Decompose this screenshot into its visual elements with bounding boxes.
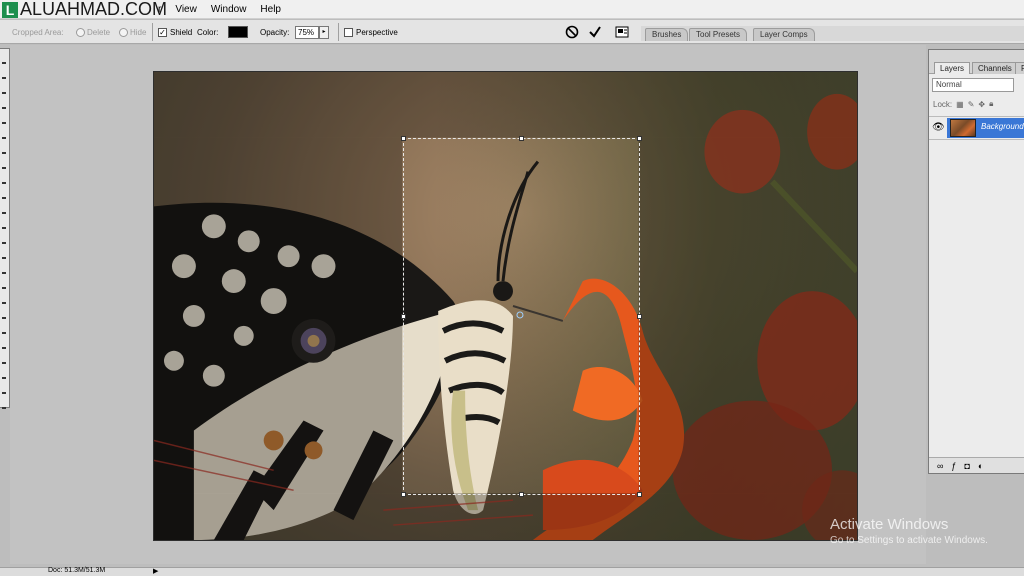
- layers-panel: Layers Channels P Normal Lock: ▦ ✎ ✥ 🔒︎ …: [928, 49, 1024, 474]
- menu-item-view[interactable]: View: [175, 4, 197, 15]
- layer-name: Background: [981, 122, 1024, 131]
- tab-brushes[interactable]: Brushes: [645, 28, 689, 41]
- lock-paint-icon[interactable]: ✎: [968, 100, 975, 109]
- layer-row-background[interactable]: 👁︎ Background: [929, 116, 1024, 140]
- shield-label: Shield: [170, 27, 193, 37]
- color-swatch[interactable]: [228, 26, 248, 38]
- tab-paths[interactable]: P: [1015, 62, 1024, 74]
- opacity-label: Opacity:: [260, 27, 290, 37]
- perspective-label: Perspective: [356, 27, 398, 37]
- crop-handle-l[interactable]: [401, 314, 406, 319]
- add-mask-icon[interactable]: ◘: [964, 461, 969, 471]
- adjustment-layer-icon[interactable]: ◐: [978, 461, 983, 471]
- watermark-letter: L: [2, 1, 18, 18]
- activate-windows-notice: Activate Windows Go to Settings to activ…: [830, 516, 988, 546]
- crop-handle-tl[interactable]: [401, 136, 406, 141]
- delete-radio[interactable]: Delete: [76, 20, 110, 44]
- document-canvas[interactable]: [153, 71, 858, 541]
- crop-handle-tr[interactable]: [637, 136, 642, 141]
- options-separator: [338, 23, 339, 41]
- cropped-area-label: Cropped Area:: [12, 27, 64, 37]
- shield-checkbox[interactable]: ✓ Shield: [158, 20, 192, 44]
- activate-windows-subtitle: Go to Settings to activate Windows.: [830, 535, 988, 546]
- opacity-arrow-icon[interactable]: ▸: [319, 25, 329, 39]
- delete-label: Delete: [87, 27, 111, 37]
- document-size-readout: Doc: 51.3M/51.3M: [48, 567, 106, 574]
- commit-crop-icon[interactable]: [585, 22, 605, 42]
- options-separator: [152, 23, 153, 41]
- blend-mode-select[interactable]: Normal: [932, 78, 1014, 92]
- shield-check-icon[interactable]: ✓: [158, 27, 167, 37]
- hide-radio[interactable]: Hide: [119, 20, 146, 44]
- layer-thumbnail: [950, 119, 976, 137]
- visibility-eye-icon[interactable]: 👁︎: [932, 122, 945, 134]
- menu-item-window[interactable]: Window: [211, 4, 247, 15]
- lock-label: Lock:: [933, 99, 953, 109]
- layers-panel-footer: ∞ ƒ ◘ ◐: [929, 457, 1024, 473]
- shield-color-swatch[interactable]: [228, 20, 248, 44]
- menu-items: r View Window Help: [158, 0, 295, 19]
- perspective-checkbox[interactable]: Perspective: [344, 20, 398, 44]
- layer-style-icon[interactable]: ƒ: [951, 461, 956, 471]
- link-layers-icon[interactable]: ∞: [937, 461, 943, 471]
- status-menu-arrow-icon[interactable]: ▶: [153, 568, 161, 576]
- crop-handle-br[interactable]: [637, 492, 642, 497]
- layers-panel-tabs: Layers Channels P: [929, 50, 1024, 74]
- status-bar: Doc: 51.3M/51.3M ▶: [0, 567, 1024, 576]
- photoshop-window: L ALUAHMAD.COM r View Window Help Croppe…: [0, 0, 1024, 576]
- menu-item-partial[interactable]: r: [158, 4, 161, 15]
- opacity-control[interactable]: 75% ▸: [295, 20, 329, 44]
- watermark-logo: L ALUAHMAD.COM: [0, 0, 167, 19]
- crop-handle-bl[interactable]: [401, 492, 406, 497]
- toolbox[interactable]: [0, 48, 10, 409]
- color-label: Color:: [197, 27, 219, 37]
- lock-position-icon[interactable]: ✥: [978, 100, 985, 109]
- hide-label: Hide: [130, 27, 147, 37]
- tab-layer-comps[interactable]: Layer Comps: [753, 28, 815, 41]
- menu-item-help[interactable]: Help: [260, 4, 281, 15]
- cancel-crop-icon[interactable]: [562, 22, 582, 42]
- menu-bar: L ALUAHMAD.COM r View Window Help: [0, 0, 1024, 19]
- crop-marquee[interactable]: [401, 136, 642, 497]
- palette-well: Brushes Tool Presets Layer Comps: [641, 26, 1024, 41]
- perspective-check-box[interactable]: [344, 27, 353, 37]
- lock-all-icon[interactable]: 🔒︎: [989, 99, 993, 109]
- tab-tool-presets[interactable]: Tool Presets: [689, 28, 748, 41]
- lock-transparent-icon[interactable]: ▦: [956, 100, 964, 109]
- tab-channels[interactable]: Channels: [972, 62, 1018, 74]
- hide-radio-circle[interactable]: [119, 27, 128, 37]
- activate-windows-title: Activate Windows: [830, 516, 949, 533]
- watermark-text: ALUAHMAD.COM: [20, 0, 168, 19]
- crop-handle-b[interactable]: [519, 492, 524, 497]
- crop-handle-r[interactable]: [637, 314, 642, 319]
- delete-radio-circle[interactable]: [76, 27, 85, 37]
- crop-handle-t[interactable]: [519, 136, 524, 141]
- opacity-input[interactable]: 75%: [295, 25, 319, 39]
- lock-row: Lock: ▦ ✎ ✥ 🔒︎: [933, 99, 997, 109]
- tab-layers[interactable]: Layers: [934, 62, 971, 74]
- palette-browser-icon[interactable]: [612, 22, 632, 42]
